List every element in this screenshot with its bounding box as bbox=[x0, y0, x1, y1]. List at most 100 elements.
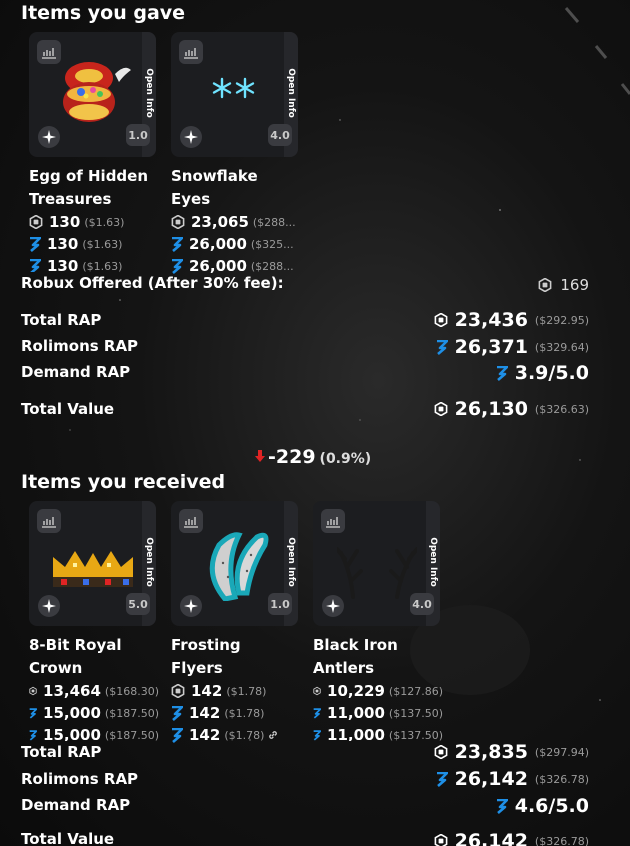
open-info-button[interactable]: Open Info bbox=[144, 537, 154, 587]
snowflake-eyes-image bbox=[212, 77, 255, 99]
item-rap-row: 130 ($1.63) bbox=[29, 211, 159, 233]
demand-badge: 1.0 bbox=[268, 593, 292, 615]
item-rap-row: 23,065 ($288... bbox=[171, 211, 301, 233]
item-value-row: 130 ($1.63) bbox=[29, 255, 159, 272]
item-rap-row: 142 ($1.78) bbox=[171, 680, 301, 702]
robux-icon bbox=[171, 684, 185, 698]
demand-rap-label: Demand RAP bbox=[21, 363, 131, 381]
robux-icon bbox=[171, 215, 185, 229]
robux-icon bbox=[313, 686, 321, 696]
robux-icon bbox=[434, 745, 447, 759]
rolimons-rap-label: Rolimons RAP bbox=[21, 337, 139, 355]
value-difference: -229 (0.9%) bbox=[254, 446, 371, 468]
rolimons-icon bbox=[436, 339, 448, 355]
total-value-label: Total Value bbox=[21, 830, 115, 846]
open-info-button[interactable]: Open Info bbox=[428, 537, 438, 587]
item-thumbnail[interactable]: Open Info 5.0 bbox=[29, 501, 156, 626]
frosting-flyers-image bbox=[209, 532, 269, 601]
received-item-card[interactable]: Open Info 1.0 Frosting Flyers 142 ($1.78… bbox=[171, 501, 301, 746]
total-value-label: Total Value bbox=[21, 400, 115, 418]
open-info-button[interactable]: Open Info bbox=[144, 68, 154, 118]
sparkle-icon[interactable] bbox=[38, 595, 60, 617]
sparkle-icon[interactable] bbox=[322, 595, 344, 617]
8-bit-royal-crown-image bbox=[53, 551, 133, 587]
gave-item-card[interactable]: Open Info 1.0 Egg of Hidden Treasures 13… bbox=[29, 32, 159, 272]
rolimons-icon bbox=[29, 707, 38, 719]
item-value-row: 142 ($1.78) bbox=[171, 702, 301, 724]
item-name: Egg of Hidden Treasures bbox=[29, 167, 149, 208]
received-item-card[interactable]: Open Info 4.0 Black Iron Antlers 10,229 … bbox=[313, 501, 443, 741]
item-value-row: 11,000 ($137.50) bbox=[313, 702, 443, 724]
rolimons-rap-value: 26,371 ($329.64) bbox=[436, 336, 589, 358]
rolimons-icon bbox=[172, 727, 183, 743]
chart-icon[interactable] bbox=[321, 509, 345, 533]
open-info-button[interactable]: Open Info bbox=[286, 537, 296, 587]
item-value-row: 15,000 ($187.50) bbox=[29, 724, 159, 741]
chart-icon[interactable] bbox=[37, 40, 61, 64]
demand-badge: 4.0 bbox=[410, 593, 434, 615]
chart-icon[interactable] bbox=[179, 509, 203, 533]
rolimons-icon bbox=[29, 729, 38, 741]
total-rap-value: 23,835 ($297.94) bbox=[434, 741, 589, 763]
robux-offered-label: Robux Offered (After 30% fee): bbox=[21, 274, 284, 292]
chart-icon[interactable] bbox=[37, 509, 61, 533]
rolimons-icon bbox=[172, 258, 183, 274]
item-value-row: 26,000 ($325... bbox=[171, 233, 301, 255]
total-rap-value: 23,436 ($292.95) bbox=[434, 309, 589, 331]
item-value-row: 142 ($1.78) bbox=[171, 724, 301, 746]
rolimons-icon bbox=[172, 236, 183, 252]
gave-section-title: Items you gave bbox=[21, 2, 186, 24]
open-info-button[interactable]: Open Info bbox=[286, 68, 296, 118]
black-iron-antlers-image bbox=[337, 547, 417, 599]
item-value-row: 15,000 ($187.50) bbox=[29, 702, 159, 724]
rolimons-icon bbox=[172, 705, 183, 721]
egg-of-hidden-treasures-image bbox=[63, 62, 131, 122]
sparkle-icon[interactable] bbox=[180, 595, 202, 617]
demand-badge: 1.0 bbox=[126, 124, 150, 146]
rolimons-rap-value: 26,142 ($326.78) bbox=[436, 768, 589, 790]
item-name: Snowflake Eyes bbox=[171, 167, 258, 208]
robux-icon bbox=[434, 834, 447, 846]
robux-icon bbox=[538, 278, 552, 292]
demand-rap-value: 4.6/5.0 bbox=[496, 795, 589, 817]
total-value-value: 26,130 ($326.63) bbox=[434, 398, 589, 420]
robux-icon bbox=[29, 215, 43, 229]
sparkle-icon[interactable] bbox=[38, 126, 60, 148]
received-item-card[interactable]: Open Info 5.0 8-Bit Royal Crown 13,464 (… bbox=[29, 501, 159, 741]
rolimons-icon bbox=[496, 798, 508, 814]
item-name: Frosting Flyers bbox=[171, 636, 241, 677]
total-rap-label: Total RAP bbox=[21, 311, 102, 329]
item-name: Black Iron Antlers bbox=[313, 636, 398, 677]
total-value-value: 26,142 ($326.78) bbox=[434, 830, 589, 846]
total-rap-label: Total RAP bbox=[21, 743, 102, 761]
rolimons-icon bbox=[496, 365, 508, 381]
item-value-row: 11,000 ($137.50) bbox=[313, 724, 443, 741]
rolimons-icon bbox=[436, 771, 448, 787]
item-thumbnail[interactable]: Open Info 1.0 bbox=[171, 501, 298, 626]
demand-badge: 5.0 bbox=[126, 593, 150, 615]
rolimons-rap-label: Rolimons RAP bbox=[21, 770, 139, 788]
rolimons-icon bbox=[313, 729, 322, 741]
rolimons-icon bbox=[30, 236, 41, 252]
link-icon[interactable] bbox=[267, 729, 279, 741]
demand-rap-value: 3.9/5.0 bbox=[496, 362, 589, 384]
arrow-down-icon bbox=[255, 450, 265, 462]
item-name: 8-Bit Royal Crown bbox=[29, 636, 122, 677]
robux-icon bbox=[29, 686, 37, 696]
received-section-title: Items you received bbox=[21, 471, 226, 493]
item-thumbnail[interactable]: Open Info 1.0 bbox=[29, 32, 156, 157]
robux-icon bbox=[434, 402, 447, 416]
sparkle-icon[interactable] bbox=[180, 126, 202, 148]
rolimons-icon bbox=[30, 258, 41, 272]
item-rap-row: 10,229 ($127.86) bbox=[313, 680, 443, 702]
gave-item-card[interactable]: Open Info 4.0 Snowflake Eyes 23,065 ($28… bbox=[171, 32, 301, 281]
item-thumbnail[interactable]: Open Info 4.0 bbox=[171, 32, 298, 157]
robux-offered-value: 169 bbox=[538, 276, 589, 294]
demand-rap-label: Demand RAP bbox=[21, 796, 131, 814]
chart-icon[interactable] bbox=[179, 40, 203, 64]
robux-icon bbox=[434, 313, 447, 327]
item-thumbnail[interactable]: Open Info 4.0 bbox=[313, 501, 440, 626]
item-value-row: 130 ($1.63) bbox=[29, 233, 159, 255]
rolimons-icon bbox=[313, 707, 322, 719]
demand-badge: 4.0 bbox=[268, 124, 292, 146]
